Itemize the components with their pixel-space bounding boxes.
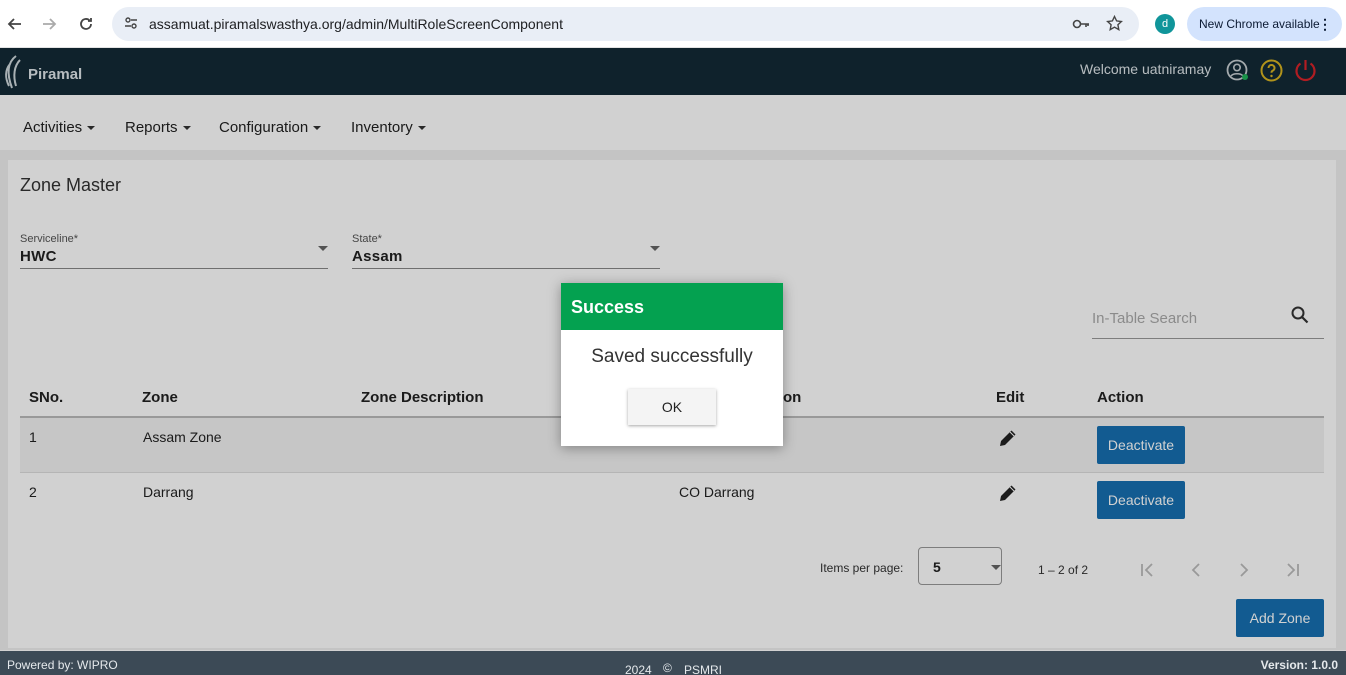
footer-version: Version: 1.0.0 bbox=[1260, 658, 1338, 672]
footer: Powered by: WIPRO 2024 © PSMRI Version: … bbox=[0, 651, 1346, 675]
reload-icon[interactable] bbox=[75, 13, 97, 35]
dialog-title: Success bbox=[561, 283, 783, 330]
bookmark-star-icon[interactable] bbox=[1106, 14, 1123, 37]
address-bar[interactable]: assamuat.piramalswasthya.org/admin/Multi… bbox=[112, 7, 1139, 41]
chrome-update-chip[interactable]: New Chrome available ⋮ bbox=[1187, 7, 1342, 41]
footer-org: PSMRI bbox=[684, 663, 723, 675]
forward-arrow-icon[interactable] bbox=[38, 13, 60, 35]
ok-button[interactable]: OK bbox=[628, 389, 716, 425]
password-key-icon[interactable] bbox=[1072, 17, 1090, 36]
footer-powered-by: Powered by: WIPRO bbox=[7, 658, 118, 672]
url-text[interactable]: assamuat.piramalswasthya.org/admin/Multi… bbox=[149, 16, 563, 32]
update-chip-label: New Chrome available bbox=[1199, 17, 1320, 31]
success-dialog: Success Saved successfully OK bbox=[561, 283, 783, 446]
dialog-message: Saved successfully bbox=[591, 346, 753, 367]
footer-year: 2024 bbox=[625, 663, 652, 675]
back-arrow-icon[interactable] bbox=[4, 13, 26, 35]
site-settings-icon[interactable] bbox=[124, 16, 138, 35]
profile-avatar[interactable]: d bbox=[1155, 14, 1175, 34]
kebab-menu-icon[interactable]: ⋮ bbox=[1318, 16, 1332, 33]
copyright-symbol: © bbox=[663, 661, 672, 675]
